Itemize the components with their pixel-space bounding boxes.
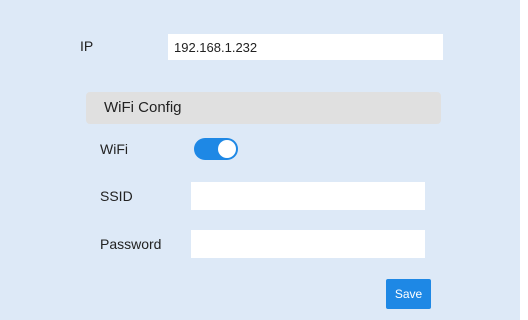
ssid-input[interactable] xyxy=(191,182,425,210)
ip-input[interactable] xyxy=(168,34,443,60)
ip-label: IP xyxy=(80,38,94,54)
wifi-label: WiFi xyxy=(100,141,128,157)
settings-panel: IP WiFi Config WiFi SSID Password Save xyxy=(0,0,520,320)
password-label: Password xyxy=(100,236,162,252)
wifi-config-header: WiFi Config xyxy=(86,92,441,124)
wifi-toggle[interactable] xyxy=(194,138,238,160)
wifi-config-title: WiFi Config xyxy=(104,99,182,116)
save-button[interactable]: Save xyxy=(386,279,431,309)
ssid-label: SSID xyxy=(100,188,133,204)
toggle-knob xyxy=(218,140,236,158)
password-input[interactable] xyxy=(191,230,425,258)
